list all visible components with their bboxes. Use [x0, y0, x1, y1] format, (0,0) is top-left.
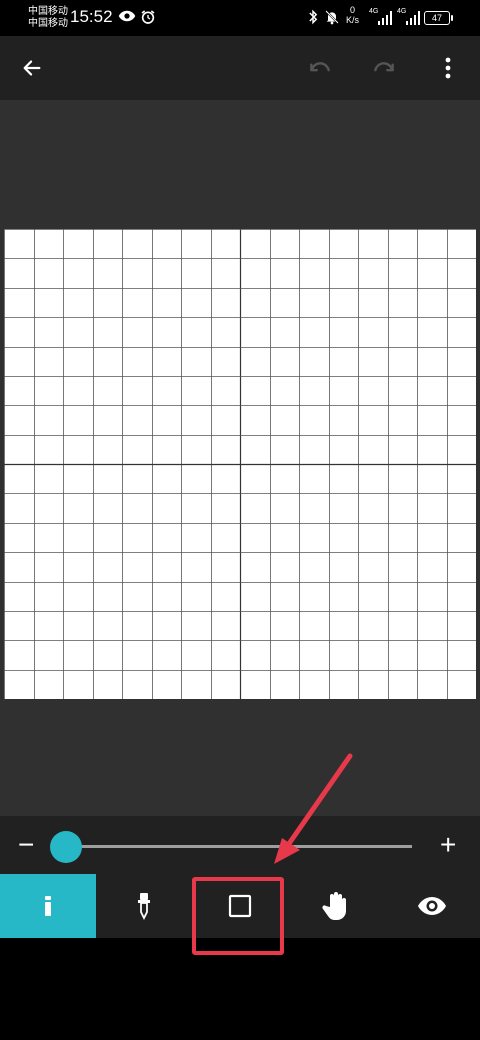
signal-2-icon [406, 11, 420, 28]
eye-icon [418, 897, 446, 915]
slider-thumb[interactable] [50, 831, 82, 863]
pixel-grid-canvas[interactable] [4, 229, 477, 700]
net-speed-value: 0 [350, 5, 356, 15]
undo-button[interactable] [300, 48, 340, 88]
more-vert-icon [445, 57, 451, 79]
preview-tool-button[interactable] [384, 874, 480, 938]
redo-icon [374, 62, 394, 72]
tool-bar [0, 874, 480, 938]
pencil-tool-button[interactable] [0, 874, 96, 938]
bluetooth-icon [308, 9, 318, 28]
increase-button[interactable]: + [440, 830, 456, 860]
net-speed-unit: K/s [346, 15, 360, 25]
eyedropper-tool-button[interactable] [96, 874, 192, 938]
eyedropper-icon [138, 893, 150, 920]
alarm-icon [140, 9, 156, 28]
canvas-area[interactable] [0, 100, 480, 816]
back-button[interactable] [12, 48, 52, 88]
arrow-left-icon [23, 60, 41, 76]
status-time: 15:52 [70, 7, 113, 26]
rectangle-tool-button[interactable] [192, 874, 288, 938]
eye-status-icon [118, 9, 136, 26]
undo-icon [310, 62, 330, 72]
pan-tool-button[interactable] [288, 874, 384, 938]
app-toolbar [0, 36, 480, 100]
signal-1-label: 4G [369, 8, 379, 15]
navigation-bar-area [0, 938, 480, 1040]
pencil-icon [45, 896, 51, 916]
carrier-labels: 中国移动 中国移动 [28, 6, 68, 30]
signal-2-label: 4G [397, 8, 407, 15]
slider-track[interactable] [66, 845, 412, 848]
decrease-button[interactable]: − [18, 830, 34, 860]
hand-icon [322, 892, 346, 920]
net-speed: 0 K/s [346, 5, 359, 25]
signal-1-icon [378, 11, 392, 28]
carrier-1: 中国移动 [28, 6, 68, 17]
battery-indicator: 47 [424, 11, 453, 25]
pixel-grid[interactable] [4, 229, 477, 700]
status-bar: 中国移动 中国移动 15:52 0 K/s 4G 4G 47 [0, 0, 480, 36]
brush-size-slider-row: − + [0, 816, 480, 874]
square-icon [228, 894, 252, 918]
carrier-2: 中国移动 [28, 18, 68, 29]
overflow-menu-button[interactable] [428, 48, 468, 88]
mute-bell-icon [324, 9, 340, 28]
redo-button[interactable] [364, 48, 404, 88]
